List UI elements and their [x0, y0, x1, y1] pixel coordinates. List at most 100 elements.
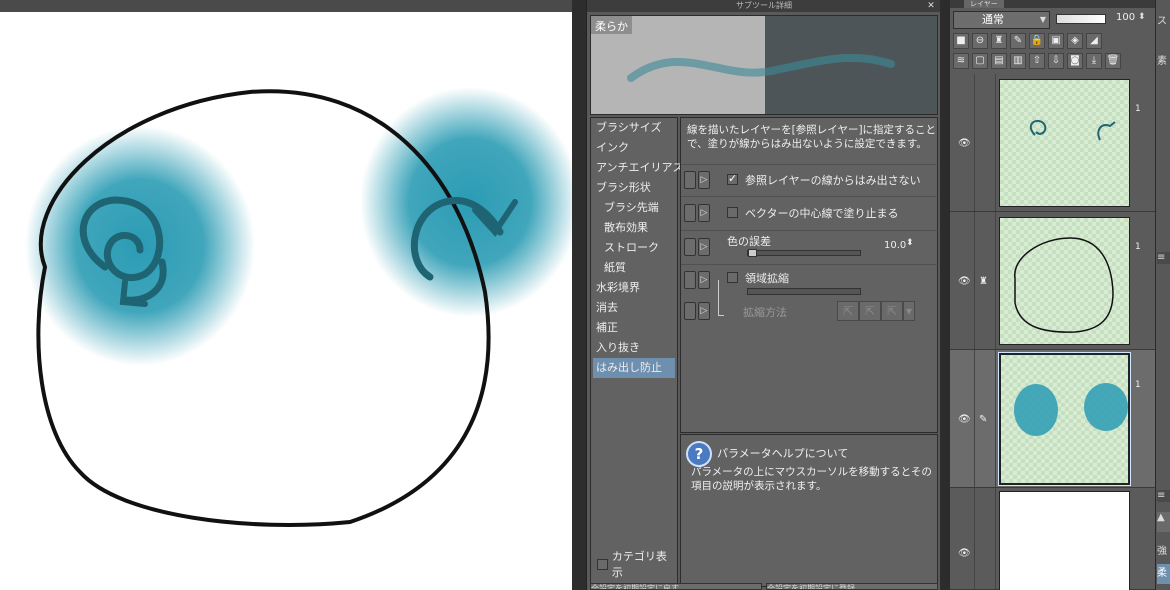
category-item[interactable]: 入り抜き — [591, 338, 677, 358]
mask-add-icon[interactable]: ◙ — [1067, 53, 1083, 69]
lock-toggle[interactable] — [684, 204, 696, 222]
reset-all-button[interactable]: 全設定を初期設定に戻す — [590, 583, 762, 590]
tab-layer[interactable]: レイヤー — [964, 0, 1004, 8]
mask-icon[interactable]: ◈ — [1067, 33, 1083, 49]
expand-toggle[interactable]: ▷ — [698, 271, 710, 289]
area-checkbox[interactable] — [727, 272, 738, 283]
category-item[interactable]: ストローク — [591, 238, 677, 258]
category-toggle[interactable]: カテゴリ表示 — [597, 548, 677, 580]
preview-label: 柔らか — [591, 16, 632, 34]
ruler-icon[interactable]: ◢ — [1086, 33, 1102, 49]
method-icon-3[interactable]: ⇱ — [881, 301, 903, 321]
layer-list: 👁 1 👁 ♜ 1 👁 ✎ 1 👁 — [950, 74, 1155, 590]
category-item[interactable]: ブラシ形状 — [591, 178, 677, 198]
eye-icon[interactable]: 👁 — [958, 414, 971, 425]
merge-icon[interactable]: ⤓ — [1086, 53, 1102, 69]
category-item[interactable]: ブラシサイズ — [591, 118, 677, 138]
register-all-button[interactable]: 全設定を初期設定に登録 — [766, 583, 938, 590]
layer-number: 1 — [1135, 104, 1141, 114]
lock-toggle[interactable] — [684, 238, 696, 256]
bottom-buttons: 全設定を初期設定に戻す 全設定を初期設定に登録 — [590, 583, 938, 590]
category-item[interactable]: 水彩境界 — [591, 278, 677, 298]
layer-stack-icon[interactable]: ≋ — [953, 53, 969, 69]
color-icon[interactable]: ■ — [953, 33, 969, 49]
right-edge-item[interactable]: 素 — [1157, 52, 1170, 67]
move-down-icon[interactable]: ⇩ — [1048, 53, 1064, 69]
new-raster-icon[interactable]: ▢ — [972, 53, 988, 69]
category-item[interactable]: ブラシ先端 — [591, 198, 677, 218]
tool-icon[interactable]: ▲ — [1157, 512, 1170, 532]
chevron-down-icon: ▼ — [1039, 15, 1046, 24]
expand-toggle[interactable]: ▷ — [698, 302, 710, 320]
category-item[interactable]: 散布効果 — [591, 218, 677, 238]
expand-toggle[interactable]: ▷ — [698, 171, 710, 189]
close-icon[interactable]: ✕ — [926, 0, 936, 12]
lock-alpha-icon[interactable]: ▣ — [1048, 33, 1064, 49]
move-up-icon[interactable]: ⇧ — [1029, 53, 1045, 69]
category-item[interactable]: 補正 — [591, 318, 677, 338]
spin-icon[interactable]: ⬍ — [1138, 12, 1146, 22]
category-item[interactable]: 消去 — [591, 298, 677, 318]
layer-tab-bar: レイヤー — [950, 0, 1155, 8]
setting-row-color-margin: ▷ 色の誤差 10.0 ⬍ — [681, 230, 939, 264]
layer-thumbnail — [999, 491, 1130, 590]
lock-toggle[interactable] — [684, 171, 696, 189]
vector-checkbox[interactable] — [727, 207, 738, 218]
layer-toolbar-2: ≋ ▢ ▤ ▥ ⇧ ⇩ ◙ ⤓ 🗑 — [953, 53, 1121, 69]
layer-thumbnail — [999, 79, 1130, 207]
app-window: サブツール詳細 ✕ 柔らか ブラシサイズ インク アンチエイリアス ブラシ形状 … — [0, 0, 1170, 590]
new-folder-icon[interactable]: ▥ — [1010, 53, 1026, 69]
layer-row[interactable]: 👁 ♜ 1 — [950, 212, 1155, 350]
ref-layer-checkbox[interactable] — [727, 172, 738, 185]
right-edge-item[interactable]: 強 — [1157, 542, 1170, 557]
setting-row-area: ▷ 領域拡縮 — [681, 264, 939, 296]
blend-mode-value: 通常 — [982, 13, 1004, 26]
clip-icon[interactable]: ⊖ — [972, 33, 988, 49]
layer-row-selected[interactable]: 👁 ✎ 1 — [950, 350, 1155, 488]
color-margin-slider[interactable] — [747, 249, 861, 257]
layer-panel: レイヤー 通常 ▼ 100 ⬍ ■ ⊖ ♜ ✎ 🔒 ▣ ◈ ◢ ≋ ▢ ▤ ▥ … — [950, 0, 1155, 590]
layer-row[interactable]: 👁 — [950, 488, 1155, 590]
eye-icon[interactable]: 👁 — [958, 548, 971, 559]
slider-knob[interactable] — [748, 249, 757, 257]
panel-menu-icon[interactable]: ≡ — [1157, 490, 1170, 502]
category-item[interactable]: 紙質 — [591, 258, 677, 278]
right-edge-item[interactable]: ス — [1157, 12, 1170, 27]
spin-icon[interactable]: ⬍ — [906, 238, 914, 248]
new-vector-icon[interactable]: ▤ — [991, 53, 1007, 69]
method-icon-2[interactable]: ⇱ — [859, 301, 881, 321]
setting-row-vector: ▷ ベクターの中心線で塗り止まる — [681, 196, 939, 230]
panel-menu-icon[interactable]: ≡ — [1157, 252, 1170, 264]
category-item[interactable]: インク — [591, 138, 677, 158]
help-icon: ? — [686, 441, 712, 467]
right-edge-item[interactable]: 柔 — [1157, 564, 1170, 584]
drawing-canvas[interactable] — [0, 0, 572, 590]
category-item-selected[interactable]: はみ出し防止 — [593, 358, 675, 378]
lock-toggle[interactable] — [684, 271, 696, 289]
layer-number: 1 — [1135, 242, 1141, 252]
category-list: ブラシサイズ インク アンチエイリアス ブラシ形状 ブラシ先端 散布効果 ストロ… — [590, 117, 684, 587]
method-icon-1[interactable]: ⇱ — [837, 301, 859, 321]
eye-icon[interactable]: 👁 — [958, 138, 971, 149]
panel-title: サブツール詳細 — [587, 0, 941, 12]
area-slider[interactable] — [747, 288, 861, 295]
lock-icon[interactable]: 🔒 — [1029, 33, 1045, 49]
ref-layer-icon[interactable]: ♜ — [991, 33, 1007, 49]
ref-layer-label: 参照レイヤーの線からはみ出さない — [745, 174, 921, 187]
chevron-down-icon[interactable]: ▾ — [903, 301, 915, 321]
canvas-border — [572, 0, 586, 590]
opacity-slider[interactable] — [1056, 14, 1106, 24]
blend-mode-select[interactable]: 通常 ▼ — [953, 11, 1050, 29]
setting-row-ref-layer: ▷ 参照レイヤーの線からはみ出さない — [681, 164, 939, 196]
draft-icon[interactable]: ✎ — [1010, 33, 1026, 49]
category-toggle-checkbox[interactable] — [597, 558, 608, 570]
lock-toggle[interactable] — [684, 302, 696, 320]
expand-toggle[interactable]: ▷ — [698, 204, 710, 222]
expand-toggle[interactable]: ▷ — [698, 238, 710, 256]
category-item[interactable]: アンチエイリアス — [591, 158, 684, 178]
eye-icon[interactable]: 👁 — [958, 276, 971, 287]
link-line-end — [718, 315, 724, 316]
delete-icon[interactable]: 🗑 — [1105, 53, 1121, 69]
layer-row[interactable]: 👁 1 — [950, 74, 1155, 212]
layer-thumbnail — [999, 217, 1130, 345]
